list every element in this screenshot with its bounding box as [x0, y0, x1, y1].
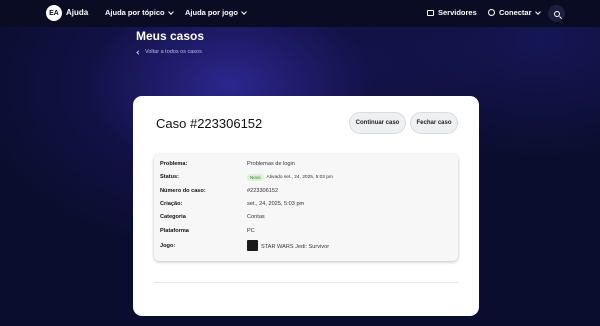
detail-row-case-number: Número do caso: #223306152	[160, 188, 450, 198]
platform-value: PC	[247, 228, 255, 234]
brand-label[interactable]: Ajuda	[66, 8, 88, 17]
page-title: Meus casos	[136, 29, 205, 43]
servers-link[interactable]: Servidores	[427, 8, 477, 17]
status-value: Ativado set., 24, 2025, 5:03 pm	[266, 175, 333, 180]
detail-row-status: Status: Novo Ativado set., 24, 2025, 5:0…	[160, 174, 450, 184]
continue-case-button[interactable]: Continuar caso	[349, 112, 406, 134]
detail-row-category: Categoria Contas	[160, 214, 450, 224]
chevron-down-icon	[534, 8, 541, 15]
category-label: Categoria	[160, 214, 186, 220]
problem-value: Problemas de login	[247, 161, 295, 167]
divider	[154, 282, 458, 283]
case-number-label: Número do caso:	[160, 188, 206, 194]
back-to-cases-link[interactable]: Voltar a todos os casos	[136, 49, 202, 55]
created-value: set., 24, 2025, 5:03 pm	[247, 201, 305, 207]
chevron-left-icon	[136, 49, 141, 55]
back-link-label: Voltar a todos os casos	[145, 49, 202, 55]
platform-label: Plataforma	[160, 228, 189, 234]
game-value: STAR WARS Jedi: Survivor	[261, 244, 330, 250]
case-title: Caso #223306152	[156, 116, 263, 131]
servers-icon	[427, 9, 434, 16]
status-badge: Novo	[247, 174, 264, 181]
detail-row-created: Criação: set., 24, 2025, 5:03 pm	[160, 201, 450, 211]
top-navigation-bar: EA Ajuda Ajuda por tópico Ajuda por jogo…	[0, 0, 600, 27]
nav-help-by-topic-label: Ajuda por tópico	[105, 8, 165, 17]
nav-help-by-topic[interactable]: Ajuda por tópico	[105, 8, 174, 17]
nav-help-by-game-label: Ajuda por jogo	[185, 8, 238, 17]
game-thumbnail	[247, 240, 258, 251]
connect-label: Conectar	[499, 8, 532, 17]
detail-row-platform: Plataforma PC	[160, 228, 450, 238]
detail-row-game: Jogo: STAR WARS Jedi: Survivor	[160, 240, 450, 253]
nav-help-by-game[interactable]: Ajuda por jogo	[185, 8, 247, 17]
search-button[interactable]	[548, 5, 565, 22]
problem-label: Problema:	[160, 161, 188, 167]
close-case-button[interactable]: Fechar caso	[410, 112, 458, 134]
case-details-panel: Problema: Problemas de login Status: Nov…	[154, 154, 458, 261]
chevron-down-icon	[167, 8, 174, 15]
game-label: Jogo:	[160, 243, 176, 249]
case-number-value: #223306152	[247, 188, 279, 194]
created-label: Criação:	[160, 201, 183, 207]
search-icon	[553, 10, 560, 17]
game-value-group: STAR WARS Jedi: Survivor	[247, 240, 330, 251]
ea-logo[interactable]: EA	[46, 5, 62, 21]
detail-row-problem: Problema: Problemas de login	[160, 161, 450, 171]
user-icon	[488, 9, 495, 16]
connect-menu[interactable]: Conectar	[488, 8, 541, 17]
status-value-group: Novo Ativado set., 24, 2025, 5:03 pm	[247, 174, 333, 181]
status-label: Status:	[160, 174, 179, 180]
chevron-down-icon	[241, 8, 247, 15]
case-card: Caso #223306152 Continuar caso Fechar ca…	[133, 96, 479, 316]
category-value: Contas	[247, 214, 265, 220]
servers-label: Servidores	[438, 8, 477, 17]
